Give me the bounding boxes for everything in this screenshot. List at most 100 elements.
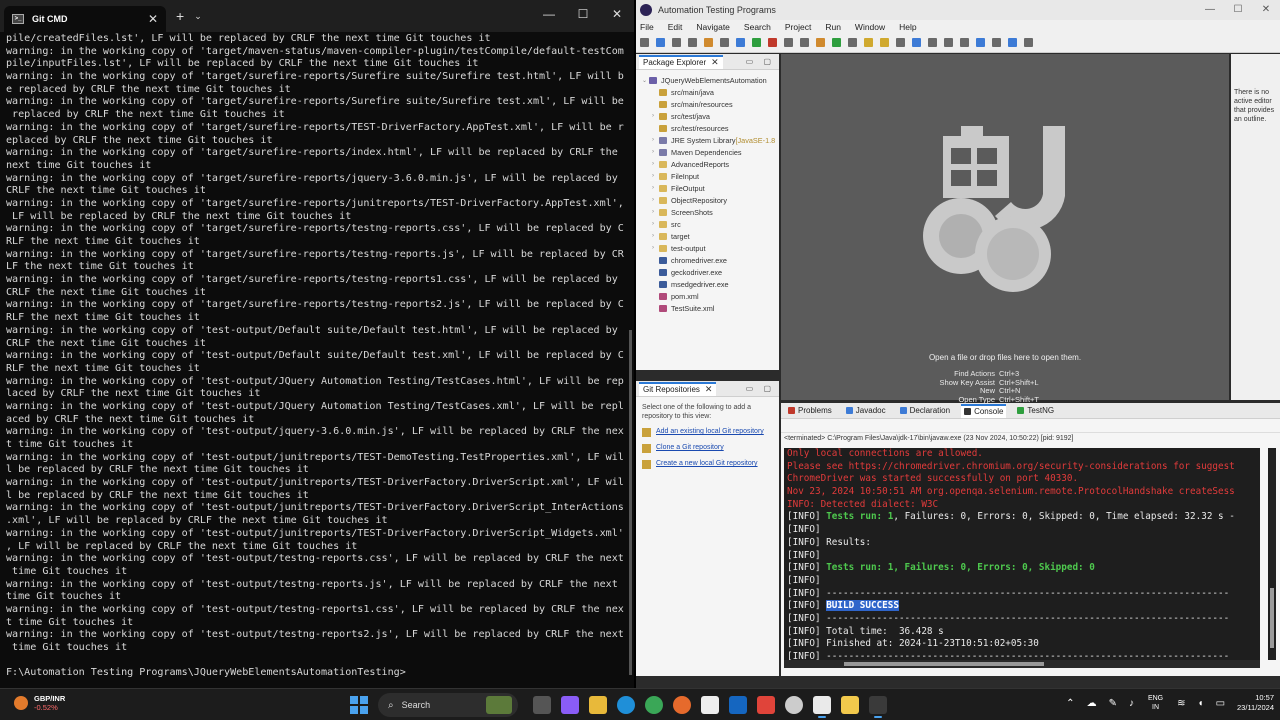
tree-item[interactable]: › Maven Dependencies: [642, 146, 779, 158]
menu-item-file[interactable]: File: [640, 22, 654, 32]
maximize-button[interactable]: ☐: [566, 0, 600, 28]
terminal-output[interactable]: pile/createdFiles.lst', LF will be repla…: [6, 33, 626, 683]
microphone-icon[interactable]: ♪: [1129, 698, 1134, 709]
tree-item[interactable]: src/main/resources: [642, 98, 779, 110]
clone-repo-link[interactable]: Clone a Git repository: [642, 443, 773, 453]
toolbar-button[interactable]: [640, 38, 649, 47]
store-app[interactable]: [701, 696, 719, 714]
expand-arrow-icon[interactable]: ›: [652, 137, 659, 143]
tree-item[interactable]: › target: [642, 230, 779, 242]
close-icon[interactable]: ✕: [711, 57, 719, 68]
git-cmd-window[interactable]: >_ Git CMD ✕ + ⌄ — ☐ ✕ pile/createdFiles…: [0, 0, 634, 688]
link-label[interactable]: Add an existing local Git repository: [656, 427, 764, 436]
minimize-button[interactable]: —: [532, 0, 566, 28]
podcast-app[interactable]: [757, 696, 775, 714]
stock-widget[interactable]: GBP/INR -0.52%: [14, 694, 65, 712]
toolbar-button[interactable]: [656, 38, 665, 47]
wifi-icon[interactable]: ≋: [1177, 698, 1185, 709]
chevron-up-icon[interactable]: ⌃: [1066, 698, 1074, 709]
notes-app[interactable]: [841, 696, 859, 714]
tree-item[interactable]: src/test/resources: [642, 122, 779, 134]
terminal-app[interactable]: [869, 696, 887, 718]
menu-item-search[interactable]: Search: [744, 22, 771, 32]
tab-console[interactable]: Console: [961, 403, 1007, 418]
toolbar-button[interactable]: [896, 38, 905, 47]
tab-declaration[interactable]: Declaration: [897, 404, 953, 418]
menu-item-help[interactable]: Help: [899, 22, 916, 32]
expand-arrow-icon[interactable]: ›: [652, 113, 659, 119]
terminal-scrollbar[interactable]: [629, 330, 632, 675]
toolbar-button[interactable]: [832, 38, 841, 47]
chatgpt-app[interactable]: [785, 696, 803, 714]
toolbar-button[interactable]: [944, 38, 953, 47]
console-vertical-scrollbar[interactable]: [1268, 448, 1276, 660]
package-explorer-tab[interactable]: Package Explorer ✕: [639, 54, 723, 69]
create-repo-link[interactable]: Create a new local Git repository: [642, 459, 773, 469]
toolbar-button[interactable]: [1008, 38, 1017, 47]
toolbar-button[interactable]: [848, 38, 857, 47]
editor-area[interactable]: Open a file or drop files here to open t…: [781, 54, 1229, 404]
toolbar-button[interactable]: [1024, 38, 1033, 47]
expand-arrow-icon[interactable]: ›: [652, 209, 659, 215]
tree-item[interactable]: › test-output: [642, 242, 779, 254]
toolbar-button[interactable]: [784, 38, 793, 47]
toolbar-button[interactable]: [688, 38, 697, 47]
pen-icon[interactable]: ✎: [1109, 698, 1117, 709]
toolbar-button[interactable]: [720, 38, 729, 47]
tree-item[interactable]: › FileInput: [642, 170, 779, 182]
expand-arrow-icon[interactable]: ⌄: [642, 77, 649, 84]
console-output[interactable]: Only local connections are allowed. Pleas…: [784, 448, 1260, 660]
toolbar-button[interactable]: [736, 38, 745, 47]
close-window-button[interactable]: ✕: [600, 0, 634, 28]
tree-item[interactable]: TestSuite.xml: [642, 302, 779, 314]
tab-testng[interactable]: TestNG: [1014, 404, 1057, 418]
toolbar-button[interactable]: [992, 38, 1001, 47]
tab-javadoc[interactable]: Javadoc: [843, 404, 889, 418]
toolbar-button[interactable]: [976, 38, 985, 47]
speaker-icon[interactable]: ◖: [1198, 698, 1204, 709]
toolbar-button[interactable]: [864, 38, 873, 47]
copilot-app[interactable]: [561, 696, 579, 714]
expand-arrow-icon[interactable]: ›: [652, 233, 659, 239]
toolbar-button[interactable]: [960, 38, 969, 47]
tree-item[interactable]: › AdvancedReports: [642, 158, 779, 170]
tree-item[interactable]: chromedriver.exe: [642, 254, 779, 266]
calculator-app[interactable]: [813, 696, 831, 718]
tree-item[interactable]: msedgedriver.exe: [642, 278, 779, 290]
tree-item[interactable]: › JRE System Library [JavaSE-1.8: [642, 134, 779, 146]
close-icon[interactable]: ✕: [705, 384, 713, 395]
tab-problems[interactable]: Problems: [785, 404, 835, 418]
chrome-app[interactable]: [645, 696, 663, 714]
eclipse-close-button[interactable]: ✕: [1252, 0, 1280, 20]
menu-item-navigate[interactable]: Navigate: [696, 22, 730, 32]
toolbar-button[interactable]: [800, 38, 809, 47]
expand-arrow-icon[interactable]: ›: [652, 185, 659, 191]
new-tab-button[interactable]: +: [176, 8, 184, 24]
add-existing-repo-link[interactable]: Add an existing local Git repository: [642, 427, 773, 437]
language-indicator[interactable]: ENG IN: [1148, 694, 1163, 712]
terminal-tab[interactable]: >_ Git CMD ✕: [4, 6, 166, 32]
eclipse-maximize-button[interactable]: ☐: [1224, 0, 1252, 20]
menu-item-run[interactable]: Run: [825, 22, 841, 32]
tree-item[interactable]: › ObjectRepository: [642, 194, 779, 206]
eclipse-minimize-button[interactable]: —: [1196, 0, 1224, 20]
tree-item[interactable]: › ScreenShots: [642, 206, 779, 218]
edge-app[interactable]: [617, 696, 635, 714]
toolbar-button[interactable]: [752, 38, 761, 47]
start-button[interactable]: [350, 696, 368, 714]
expand-arrow-icon[interactable]: ›: [652, 221, 659, 227]
toolbar-button[interactable]: [880, 38, 889, 47]
view-minmax-icon[interactable]: ▭ ▢: [746, 57, 775, 66]
close-tab-icon[interactable]: ✕: [148, 12, 158, 26]
task-view-app[interactable]: [533, 696, 551, 714]
expand-arrow-icon[interactable]: ›: [652, 245, 659, 251]
tree-item[interactable]: › src/test/java: [642, 110, 779, 122]
menu-item-edit[interactable]: Edit: [668, 22, 683, 32]
menu-item-window[interactable]: Window: [855, 22, 885, 32]
clock[interactable]: 10:57 23/11/2024: [1237, 693, 1274, 713]
expand-arrow-icon[interactable]: ›: [652, 197, 659, 203]
tree-item[interactable]: › src: [642, 218, 779, 230]
expand-arrow-icon[interactable]: ›: [652, 173, 659, 179]
link-label[interactable]: Create a new local Git repository: [656, 459, 758, 468]
firefox-app[interactable]: [673, 696, 691, 714]
